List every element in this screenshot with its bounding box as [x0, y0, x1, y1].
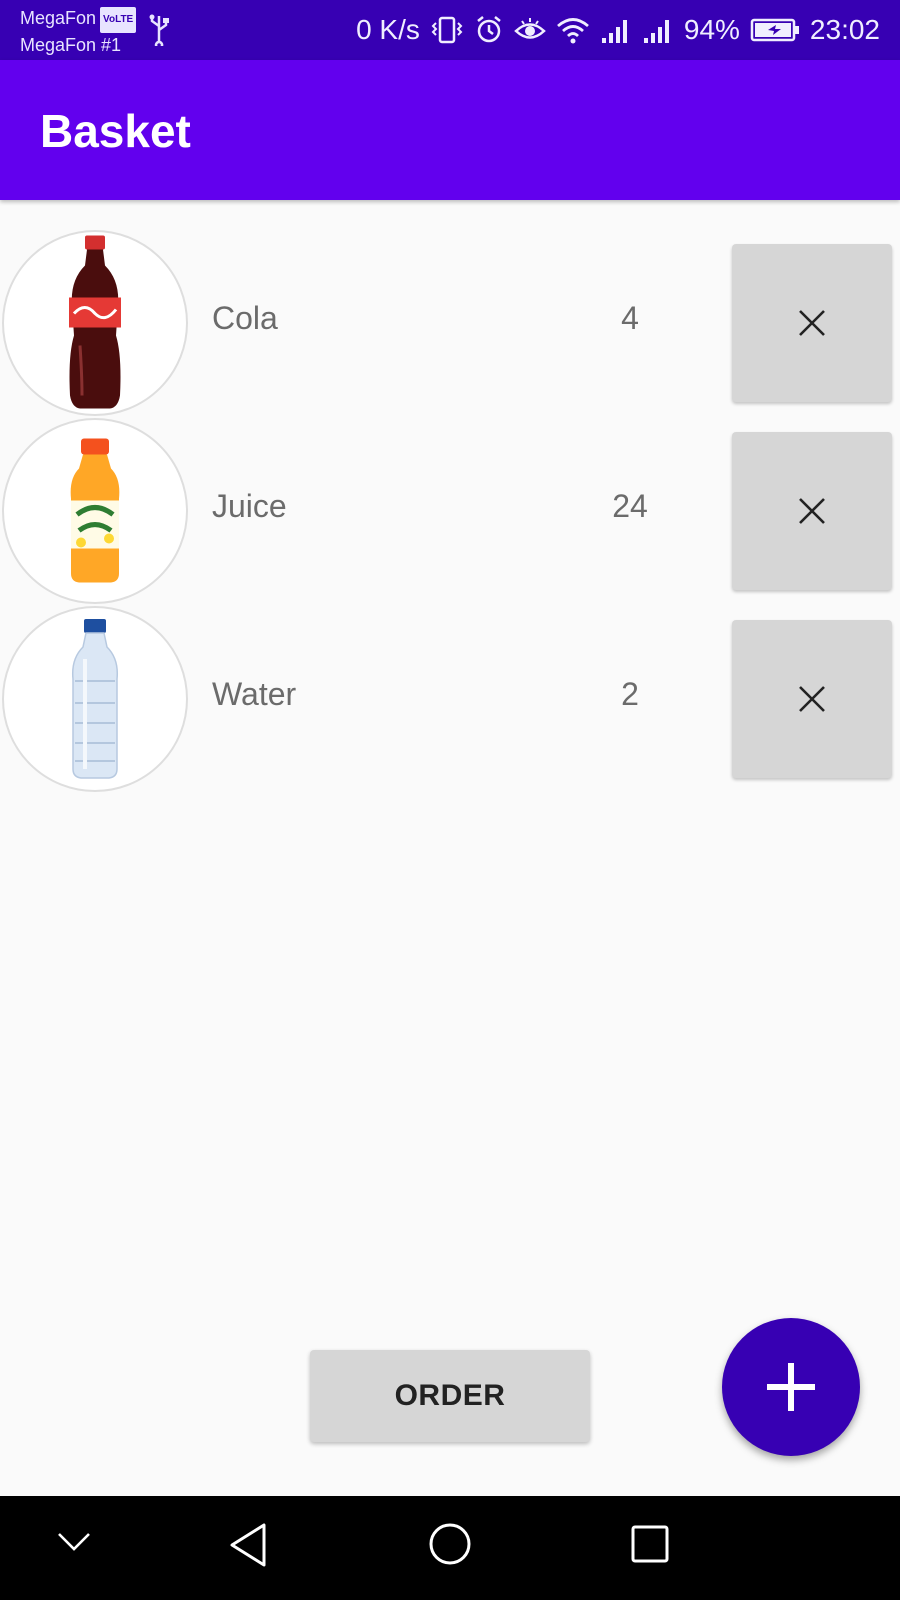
item-name: Juice — [212, 488, 287, 524]
chevron-down-icon[interactable] — [56, 1530, 92, 1559]
list-item: Water 2 — [0, 606, 900, 792]
remove-item-button[interactable] — [732, 620, 892, 778]
plus-icon — [767, 1363, 815, 1411]
battery-charging-icon — [750, 17, 800, 43]
signal-icon — [600, 16, 632, 44]
navigation-bar — [0, 1496, 900, 1600]
net-speed: 0 K/s — [356, 14, 420, 45]
item-name: Water — [212, 676, 297, 712]
alarm-icon — [474, 15, 504, 45]
home-icon[interactable] — [428, 1522, 472, 1571]
product-image-water — [2, 606, 188, 792]
product-image-cola — [2, 230, 188, 416]
clock: 23:02 — [809, 14, 880, 45]
product-image-juice — [2, 418, 188, 604]
status-indicators: 0 K/s 94% 23:02 — [356, 0, 880, 60]
signal-icon — [642, 16, 674, 44]
recents-icon[interactable] — [630, 1524, 670, 1569]
add-item-fab[interactable] — [722, 1318, 860, 1456]
item-quantity: 4 — [621, 300, 639, 336]
status-bar: MegaFon VoLTE MegaFon #1 0 K/s 94% 23:02 — [0, 0, 900, 60]
remove-item-button[interactable] — [732, 244, 892, 402]
usb-icon — [148, 14, 170, 51]
battery-level: 94% — [683, 14, 740, 45]
volte-badge: VoLTE — [100, 7, 137, 33]
carrier-info: MegaFon VoLTE MegaFon #1 — [20, 6, 137, 57]
carrier-name: MegaFon — [20, 8, 97, 28]
remove-item-button[interactable] — [732, 432, 892, 590]
wifi-icon — [556, 16, 590, 44]
vibrate-icon — [430, 15, 464, 45]
item-name: Cola — [212, 300, 278, 336]
app-bar: Basket — [0, 60, 900, 200]
carrier-name-secondary: MegaFon #1 — [20, 35, 122, 55]
page-title: Basket — [40, 105, 191, 157]
order-button[interactable]: ORDER — [310, 1350, 590, 1442]
list-item: Cola 4 — [0, 230, 900, 416]
eye-icon — [514, 16, 546, 44]
close-icon — [799, 310, 825, 336]
back-icon[interactable] — [228, 1522, 270, 1573]
item-quantity: 24 — [612, 488, 648, 524]
item-quantity: 2 — [621, 676, 639, 712]
close-icon — [799, 498, 825, 524]
close-icon — [799, 686, 825, 712]
list-item: Juice 24 — [0, 418, 900, 604]
